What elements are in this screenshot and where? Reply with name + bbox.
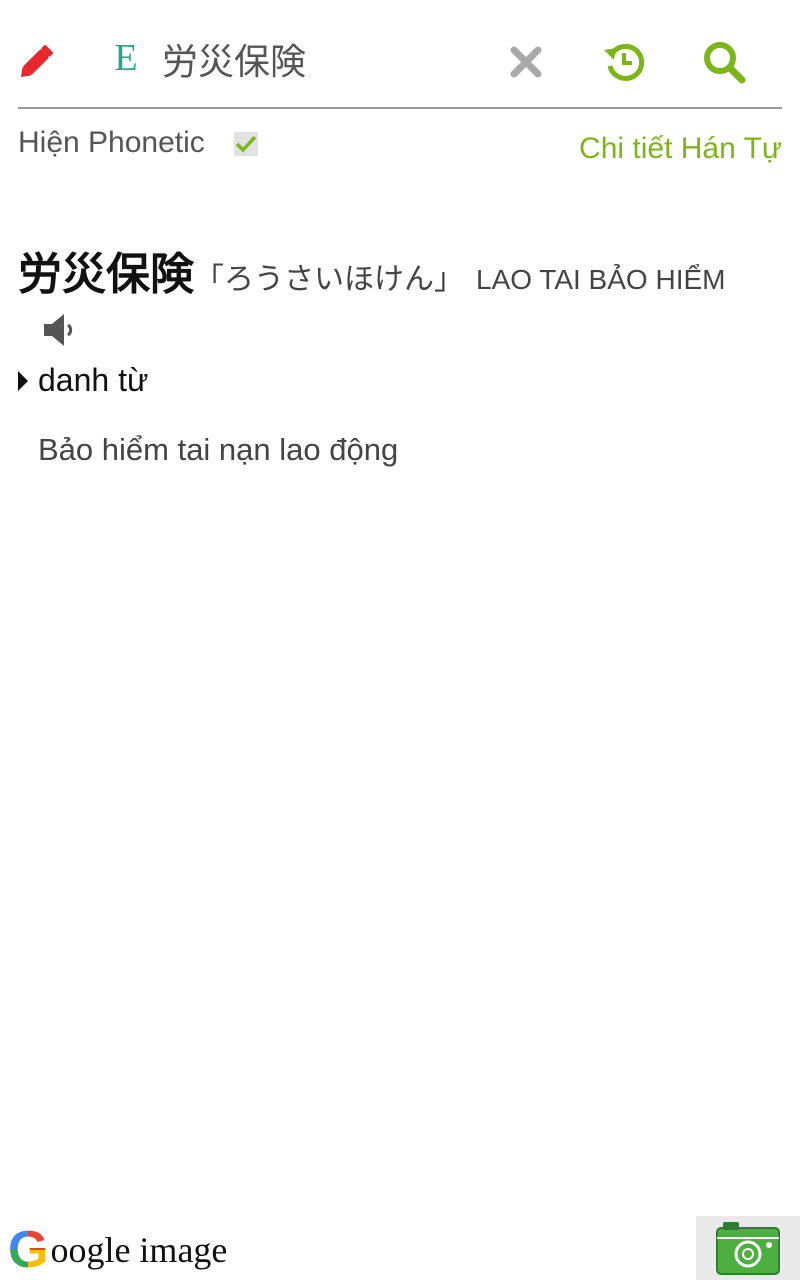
check-icon <box>235 135 257 153</box>
google-image-button[interactable]: G oogle image <box>8 1222 227 1278</box>
entry-reading: 「ろうさいほけん」 <box>194 262 464 297</box>
camera-icon <box>716 1222 780 1275</box>
google-g-logo: G <box>8 1221 49 1279</box>
clear-icon[interactable] <box>504 40 548 84</box>
part-of-speech-row[interactable]: danh từ <box>18 362 148 399</box>
entry-word: 労災保険 <box>18 249 194 300</box>
dictionary-entry: 労災保険「ろうさいほけん」 LAO TAI BẢO HIỂM <box>18 246 770 346</box>
language-toggle-button[interactable]: E <box>104 34 148 82</box>
kanji-detail-link[interactable]: Chi tiết Hán Tự <box>579 132 782 166</box>
pencil-icon[interactable] <box>14 36 62 84</box>
triangle-icon <box>18 370 28 391</box>
history-icon[interactable] <box>600 38 648 86</box>
search-input[interactable] <box>162 34 492 84</box>
options-row: Hiện Phonetic Chi tiết Hán Tự <box>18 118 782 178</box>
google-image-label: oogle image <box>50 1230 228 1270</box>
part-of-speech: danh từ <box>38 362 149 398</box>
speaker-icon[interactable] <box>40 310 80 350</box>
camera-button[interactable] <box>696 1216 800 1280</box>
search-icon[interactable] <box>700 38 748 86</box>
phonetic-checkbox[interactable] <box>234 132 258 156</box>
entry-meaning: Bảo hiểm tai nạn lao động <box>38 432 399 467</box>
entry-headline: 労災保険「ろうさいほけん」 LAO TAI BẢO HIỂM <box>18 246 770 314</box>
entry-hanviet: LAO TAI BẢO HIỂM <box>476 264 726 295</box>
phonetic-label: Hiện Phonetic <box>18 126 205 159</box>
